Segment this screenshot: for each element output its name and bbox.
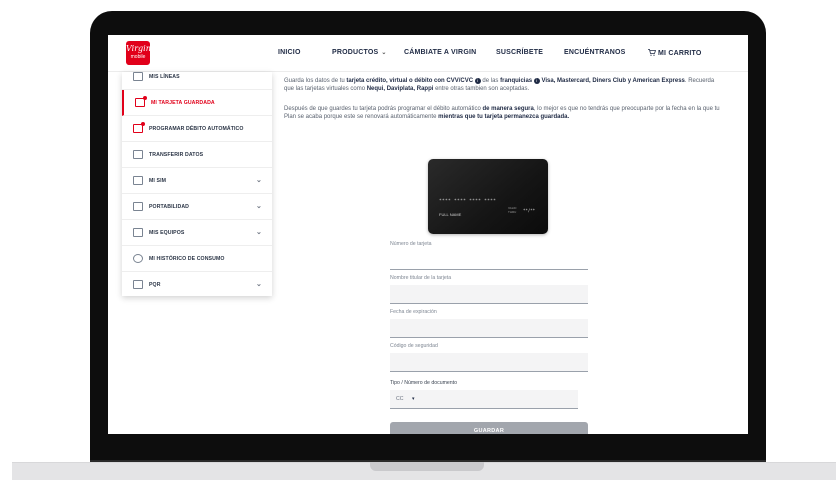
debit-info-paragraph: Después de que guardes tu tarjeta podrás…: [284, 105, 724, 121]
sidebar-item-debito-automatico[interactable]: PROGRAMAR DÉBITO AUTOMÁTICO: [122, 116, 272, 142]
text-run-bold: tarjeta crédito, virtual o débito con CV…: [346, 78, 474, 84]
nav-item-suscribete[interactable]: SUSCRÍBETE: [496, 49, 543, 56]
chevron-down-icon: ⌄: [256, 281, 262, 288]
sidebar-item-mis-equipos[interactable]: MIS EQUIPOS ⌄: [122, 220, 272, 246]
document-type-select[interactable]: CC ▾: [390, 390, 578, 409]
intro-paragraph: Guarda los datos de tu tarjeta crédito, …: [284, 77, 724, 93]
text-run-bold: Nequi, Daviplata, Rappi: [366, 86, 434, 92]
expiry-field: Fecha de expiración: [390, 309, 588, 339]
support-icon: [133, 280, 143, 289]
text-run-bold: de manera segura: [482, 106, 534, 112]
sidebar-item-label: MI HISTÓRICO DE CONSUMO: [149, 256, 225, 262]
info-icon[interactable]: i: [533, 78, 540, 84]
document-type-value: CC: [396, 396, 404, 402]
credit-card-icon: [135, 96, 147, 107]
sidebar-item-label: PROGRAMAR DÉBITO AUTOMÁTICO: [149, 126, 244, 132]
card-expiry: **/**: [523, 208, 536, 213]
logo-text: Virgin: [126, 44, 151, 53]
card-number: **** **** **** ****: [439, 199, 497, 204]
sim-icon: [133, 176, 143, 185]
card-holder-input[interactable]: [390, 285, 588, 304]
nav-item-cambiate[interactable]: CÁMBIATE A VIRGIN: [404, 49, 476, 56]
card-number-input[interactable]: [390, 251, 588, 270]
card-holder-name: FULL NAME: [439, 212, 462, 217]
sidebar-item-label: MIS LÍNEAS: [149, 74, 180, 80]
sidebar-item-label: MI TARJETA GUARDADA: [151, 100, 215, 106]
field-label: Nombre titular de la tarjeta: [390, 275, 452, 281]
field-label: Fecha de expiración: [390, 309, 437, 315]
sidebar-item-label: PORTABILIDAD: [149, 204, 190, 210]
sidebar-item-pqr[interactable]: PQR ⌄: [122, 272, 272, 298]
sidebar-item-historico-consumo[interactable]: MI HISTÓRICO DE CONSUMO: [122, 246, 272, 272]
nav-item-label: SUSCRÍBETE: [496, 49, 544, 56]
sidebar-item-label: MIS EQUIPOS: [149, 230, 185, 236]
text-run-bold: franquicias: [500, 78, 533, 84]
document-label: Tipo / Número de documento: [390, 380, 457, 386]
nav-item-label: MI CARRITO: [658, 50, 702, 57]
device-mockup: Virgin mobile INICIO PRODUCTOS ⌄ CÁMBIATE…: [0, 0, 836, 480]
valid-label-line: THRU: [508, 210, 517, 214]
sidebar-item-tarjeta-guardada[interactable]: MI TARJETA GUARDADA: [122, 90, 272, 116]
history-icon: [133, 254, 143, 263]
phone-icon: [133, 72, 143, 81]
security-code-field: Código de seguridad: [390, 343, 588, 373]
text-run-bold: Visa, Mastercard, Diners Club y American…: [541, 78, 685, 84]
nav-item-inicio[interactable]: INICIO: [278, 49, 301, 56]
sidebar-item-mis-lineas[interactable]: MIS LÍNEAS: [122, 64, 272, 90]
nav-item-carrito[interactable]: MI CARRITO: [648, 49, 701, 57]
nav-item-productos[interactable]: PRODUCTOS ⌄: [332, 49, 387, 56]
card-holder-field: Nombre titular de la tarjeta: [390, 275, 588, 305]
save-button[interactable]: GUARDAR: [390, 422, 588, 434]
text-run: de las: [482, 78, 501, 84]
card-number-field: Número de tarjeta: [390, 241, 588, 271]
devices-icon: [133, 228, 143, 237]
chevron-down-icon: ⌄: [381, 50, 387, 56]
text-run: entre otras tambien son aceptadas.: [433, 86, 530, 92]
chevron-down-icon: ⌄: [256, 229, 262, 236]
dropdown-arrow-icon: ▾: [412, 396, 415, 402]
brand-logo[interactable]: Virgin mobile: [126, 41, 151, 65]
field-label: Número de tarjeta: [390, 241, 432, 247]
card-preview: **** **** **** **** FULL NAME VALID THRU …: [428, 159, 548, 234]
sidebar-item-label: PQR: [149, 282, 161, 288]
nav-item-label: INICIO: [278, 49, 301, 56]
portability-icon: [133, 202, 143, 211]
sidebar-item-label: MI SIM: [149, 178, 167, 184]
text-run: Guarda los datos de tu: [284, 78, 347, 84]
info-icon[interactable]: i: [474, 78, 481, 84]
sidebar-item-label: TRANSFERIR DATOS: [149, 152, 204, 158]
nav-item-encuentranos[interactable]: ENCUÉNTRANOS: [564, 49, 626, 56]
screen: Virgin mobile INICIO PRODUCTOS ⌄ CÁMBIATE…: [108, 35, 748, 434]
laptop-notch: [370, 462, 484, 471]
credit-card-icon: [133, 122, 145, 133]
cart-icon: [648, 49, 657, 56]
sidebar-item-mi-sim[interactable]: MI SIM ⌄: [122, 168, 272, 194]
chevron-down-icon: ⌄: [256, 177, 262, 184]
expiry-input[interactable]: [390, 319, 588, 338]
card-valid-label: VALID THRU: [508, 206, 516, 214]
field-label: Código de seguridad: [390, 343, 438, 349]
logo-subtext: mobile: [130, 54, 146, 60]
account-sidebar: MIS LÍNEAS MI TARJETA GUARDADA PROGRAMAR…: [122, 72, 272, 296]
nav-item-label: ENCUÉNTRANOS: [564, 49, 626, 56]
text-run: Después de que guardes tu tarjeta podrás…: [284, 106, 483, 112]
chevron-down-icon: ⌄: [256, 203, 262, 210]
sidebar-item-portabilidad[interactable]: PORTABILIDAD ⌄: [122, 194, 272, 220]
sidebar-item-transferir-datos[interactable]: TRANSFERIR DATOS: [122, 142, 272, 168]
nav-item-label: CÁMBIATE A VIRGIN: [404, 49, 477, 56]
nav-item-label: PRODUCTOS: [332, 49, 379, 56]
text-run-bold: mientras que tu tarjeta permanezca guard…: [438, 114, 570, 120]
transfer-icon: [133, 150, 143, 159]
security-code-input[interactable]: [390, 353, 588, 372]
